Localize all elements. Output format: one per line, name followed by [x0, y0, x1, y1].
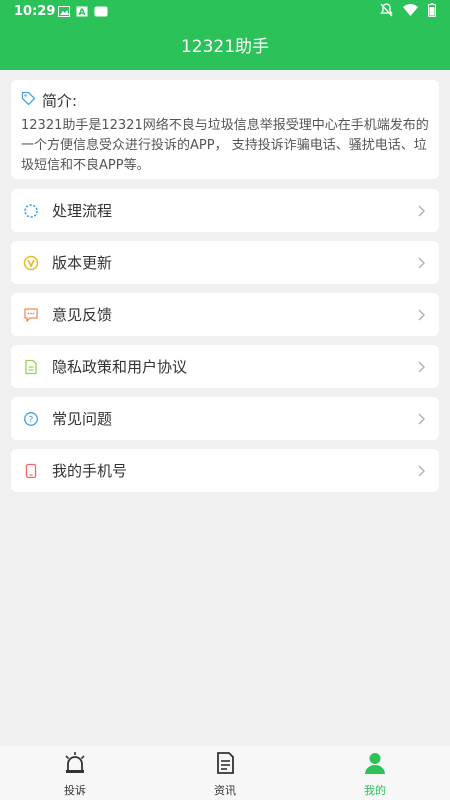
menu-item-faq[interactable]: ? 常见问题: [11, 397, 439, 440]
feedback-icon: [21, 305, 41, 325]
intro-card: 简介: 12321助手是12321网络不良与垃圾信息举报受理中心在手机端发布的一…: [11, 80, 439, 179]
tab-label: 我的: [364, 784, 386, 797]
menu-item-process[interactable]: 处理流程: [11, 189, 439, 232]
tab-complaint[interactable]: 投诉: [0, 746, 150, 800]
menu-item-label: 版本更新: [52, 254, 113, 272]
tab-mine[interactable]: 我的: [300, 746, 450, 800]
a-icon: A: [76, 6, 88, 21]
bottom-nav: 投诉 资讯 我的: [0, 746, 450, 800]
user-icon: [362, 750, 388, 780]
chevron-right-icon: [413, 255, 429, 271]
page-title: 12321助手: [180, 37, 270, 57]
menu-item-label: 我的手机号: [52, 462, 128, 480]
svg-text:A: A: [79, 8, 86, 17]
wifi-icon: [403, 4, 418, 20]
chevron-right-icon: [413, 203, 429, 219]
tab-label: 投诉: [64, 784, 86, 797]
version-update-icon: [21, 253, 41, 273]
menu-item-privacy-policy[interactable]: 隐私政策和用户协议: [11, 345, 439, 388]
menu-item-label: 常见问题: [52, 410, 113, 428]
alarm-icon: [62, 750, 88, 780]
image-icon: [58, 6, 70, 21]
status-bar: 10:29 A: [0, 0, 450, 24]
app-icon: [94, 6, 108, 21]
menu-item-label: 隐私政策和用户协议: [52, 358, 188, 376]
menu-item-my-phone[interactable]: 我的手机号: [11, 449, 439, 492]
intro-title: 简介:: [42, 92, 78, 110]
tab-news[interactable]: 资讯: [150, 746, 300, 800]
battery-icon: [428, 3, 436, 21]
chevron-right-icon: [413, 359, 429, 375]
chevron-right-icon: [413, 463, 429, 479]
menu-item-label: 意见反馈: [52, 306, 113, 324]
menu-item-version-update[interactable]: 版本更新: [11, 241, 439, 284]
question-icon: ?: [21, 409, 41, 429]
status-time: 10:29: [14, 4, 56, 19]
menu-item-feedback[interactable]: 意见反馈: [11, 293, 439, 336]
phone-icon: [21, 461, 41, 481]
mute-icon: [380, 3, 393, 21]
chevron-right-icon: [413, 411, 429, 427]
news-icon: [212, 750, 238, 780]
menu-item-label: 处理流程: [52, 202, 113, 220]
tag-icon: [21, 91, 36, 110]
chevron-right-icon: [413, 307, 429, 323]
intro-text: 12321助手是12321网络不良与垃圾信息举报受理中心在手机端发布的一个方便信…: [21, 118, 429, 173]
tab-label: 资讯: [214, 784, 236, 797]
app-bar: 12321助手: [0, 24, 450, 70]
svg-text:?: ?: [29, 415, 34, 425]
document-icon: [21, 357, 41, 377]
process-icon: [21, 201, 41, 221]
